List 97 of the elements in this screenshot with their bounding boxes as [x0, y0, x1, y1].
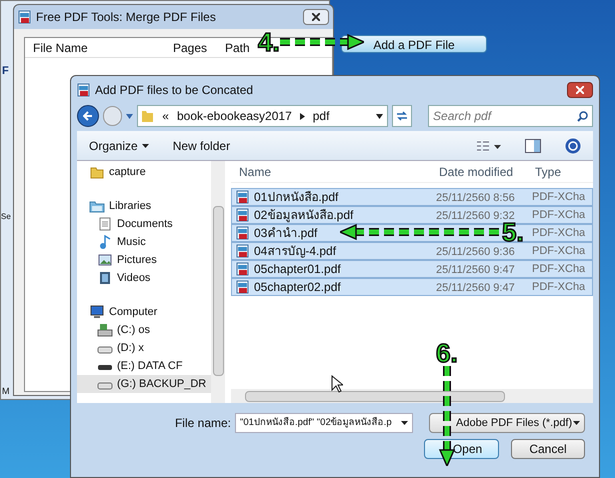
file-type: PDF-XCha: [531, 226, 586, 241]
search-field[interactable]: Search pdf: [428, 105, 594, 127]
date-modified: 25/11/2560 9:32: [436, 210, 515, 222]
cancel-button[interactable]: Cancel: [511, 439, 585, 459]
pictures-icon: [98, 253, 112, 267]
file-type-dropdown[interactable]: Adobe PDF Files (*.pdf): [429, 413, 585, 433]
file-type: PDF-XCha: [531, 208, 586, 223]
library-icon: [89, 199, 105, 213]
close-icon: [576, 86, 584, 94]
folder-icon: [142, 109, 154, 123]
column-header[interactable]: Pages: [165, 38, 217, 56]
date-modified: 25/11/2560 8:56: [436, 192, 515, 204]
file-name: 01ปกหนังสือ.pdf: [254, 189, 338, 206]
view-options-icon[interactable]: [477, 140, 501, 152]
search-input[interactable]: Search pdf: [433, 107, 578, 125]
date-modified: 25/11/2560 9:47: [436, 282, 515, 294]
pdf-file-icon: [236, 280, 250, 294]
vertical-scrollbar[interactable]: [211, 161, 225, 403]
nav-item[interactable]: Documents: [77, 215, 211, 233]
drive-icon: [97, 323, 113, 337]
document-icon: [98, 217, 112, 231]
nav-item[interactable]: Music: [77, 233, 211, 251]
add-pdf-file-button[interactable]: Add a PDF File: [341, 35, 487, 53]
folder-icon: [90, 165, 104, 179]
file-name-field[interactable]: "01ปกหนังสือ.pdf" "02ข้อมูลหนังสือ.p: [235, 413, 413, 433]
file-type: PDF-XCha: [531, 190, 586, 205]
nav-item[interactable]: Computer: [77, 303, 211, 321]
file-type: PDF-XCha: [531, 262, 586, 277]
dropdown-caret-icon: [401, 421, 408, 425]
pdf-file-icon: [236, 244, 250, 258]
date-modified: 25/11/2560 9:36: [436, 246, 515, 258]
preview-pane-icon[interactable]: [525, 138, 541, 152]
step-number: 4.: [258, 29, 280, 55]
nav-item[interactable]: (E:) DATA CF: [77, 357, 211, 375]
address-bar[interactable]: « book-ebookeasy2017 pdf: [137, 105, 388, 127]
pdf-file-icon: [236, 262, 250, 276]
nav-item[interactable]: (C:) os: [77, 321, 211, 339]
breadcrumb-item[interactable]: book-ebookeasy2017: [176, 107, 292, 125]
pdf-file-icon: [77, 83, 91, 97]
music-note-icon: [98, 235, 112, 249]
column-header[interactable]: Path: [217, 38, 258, 56]
horizontal-scrollbar[interactable]: [231, 389, 593, 403]
column-header[interactable]: Name: [231, 162, 431, 180]
nav-item[interactable]: Pictures: [77, 251, 211, 269]
close-icon: [312, 13, 320, 21]
nav-item[interactable]: (G:) BACKUP_DR: [77, 375, 211, 393]
file-row[interactable]: 01ปกหนังสือ.pdf 25/11/2560 8:56 PDF-XCha: [231, 188, 593, 206]
file-row[interactable]: 05chapter01.pdf 25/11/2560 9:47 PDF-XCha: [231, 260, 593, 278]
file-row[interactable]: 04สารบัญ-4.pdf 25/11/2560 9:36 PDF-XCha: [231, 242, 593, 260]
breadcrumb-item[interactable]: pdf: [312, 107, 330, 125]
refresh-button[interactable]: [392, 105, 412, 127]
dialog-title: Add PDF files to be Concated: [95, 82, 254, 99]
pdf-file-icon: [236, 226, 250, 240]
column-header[interactable]: Date modified: [431, 162, 527, 180]
file-name-label: File name:: [174, 415, 231, 432]
file-name: 02ข้อมูลหนังสือ.pdf: [254, 207, 354, 224]
search-icon: [577, 110, 588, 122]
window-fragment-text: M: [2, 385, 10, 398]
back-arrow-icon: [82, 111, 93, 121]
file-row[interactable]: 02ข้อมูลหนังสือ.pdf 25/11/2560 9:32 PDF-XCha: [231, 206, 593, 224]
file-name: 05chapter02.pdf: [254, 279, 341, 296]
date-modified: 25/11/2560 9:47: [436, 264, 515, 276]
column-header[interactable]: File Name: [25, 38, 165, 56]
dropdown-caret-icon: [142, 144, 149, 148]
file-type: PDF-XCha: [531, 244, 586, 259]
back-button[interactable]: [77, 105, 99, 127]
close-button[interactable]: [567, 82, 593, 98]
window-title: Free PDF Tools: Merge PDF Files: [36, 9, 216, 26]
mouse-cursor-icon: [331, 375, 343, 393]
pdf-file-icon: [236, 208, 250, 222]
nav-item[interactable]: (D:) x: [77, 339, 211, 357]
file-name: 05chapter01.pdf: [254, 261, 341, 278]
file-row[interactable]: 03คำนำ.pdf 5. PDF-XCha: [231, 224, 593, 242]
pdf-file-icon: [18, 10, 32, 24]
breadcrumb-overflow[interactable]: «: [162, 107, 169, 125]
nav-item[interactable]: Videos: [77, 269, 211, 287]
chevron-right-icon: [300, 112, 305, 120]
pdf-file-icon: [236, 190, 250, 204]
film-icon: [98, 271, 112, 285]
computer-icon: [89, 305, 105, 319]
window-fragment-text: F: [2, 64, 9, 79]
file-type: PDF-XCha: [531, 280, 586, 295]
dropdown-caret-icon[interactable]: [376, 114, 384, 118]
file-name: 04สารบัญ-4.pdf: [254, 243, 336, 260]
organize-menu[interactable]: Organize: [89, 136, 149, 154]
file-row[interactable]: 05chapter02.pdf 25/11/2560 9:47 PDF-XCha: [231, 278, 593, 296]
nav-item[interactable]: Libraries: [77, 197, 211, 215]
column-header[interactable]: Type: [527, 162, 570, 180]
dropdown-caret-icon: [573, 421, 580, 425]
window-fragment-text: Se: [1, 211, 11, 223]
step-number: 6.: [436, 340, 458, 366]
close-button[interactable]: [303, 9, 329, 25]
nav-item[interactable]: capture: [77, 163, 211, 181]
new-folder-button[interactable]: New folder: [172, 136, 230, 154]
file-name: 03คำนำ.pdf: [254, 225, 318, 242]
help-icon[interactable]: [565, 138, 581, 154]
refresh-icon: [396, 111, 408, 121]
